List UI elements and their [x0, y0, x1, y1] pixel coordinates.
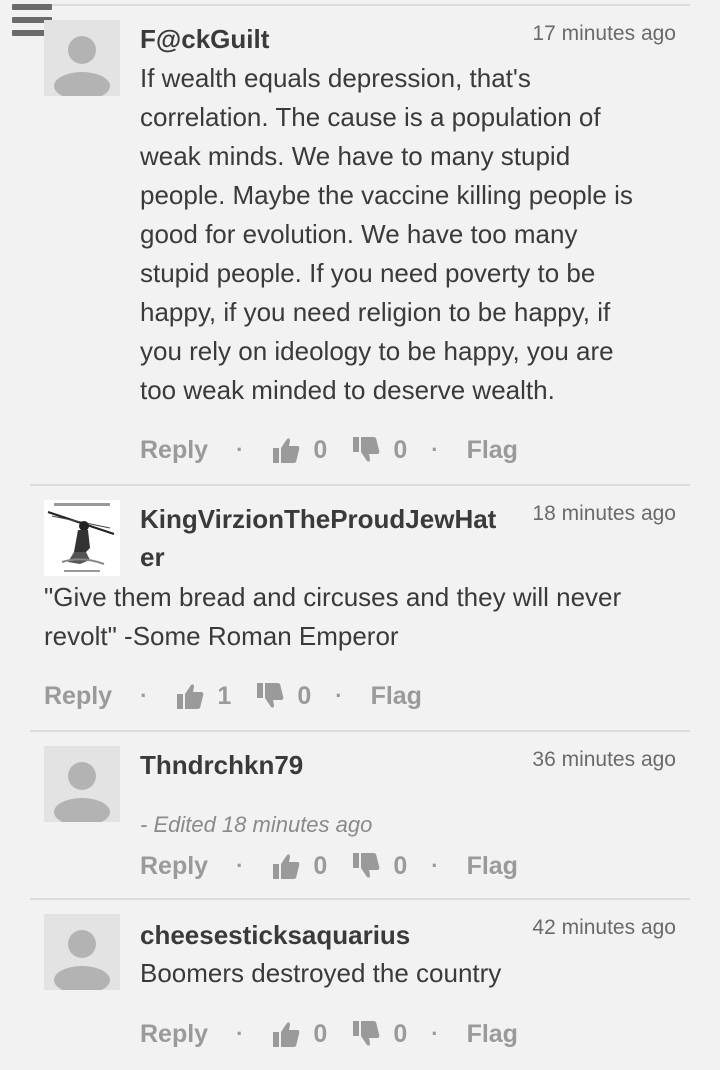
comment-body: "Give them bread and circuses and they w… [44, 582, 622, 651]
reply-button[interactable]: Reply [140, 1020, 208, 1049]
flag-button[interactable]: Flag [371, 682, 422, 711]
dislike-count: 0 [393, 1019, 408, 1048]
flag-button[interactable]: Flag [467, 1020, 518, 1049]
comment-body: If wealth equals depression, that's corr… [140, 63, 633, 405]
flag-button[interactable]: Flag [467, 852, 518, 881]
reply-button[interactable]: Reply [140, 852, 208, 881]
like-button[interactable]: 0 [271, 1019, 327, 1049]
separator-dot: · [236, 853, 244, 878]
thumbs-down-icon [353, 1021, 380, 1046]
dislike-count: 0 [393, 851, 408, 880]
thumbs-down-icon [353, 853, 380, 878]
dislike-button[interactable]: 0 [255, 681, 311, 711]
comment-timestamp: 36 minutes ago [532, 748, 676, 771]
comment-item: F@ckGuilt 17 minutes ago If wealth equal… [30, 0, 690, 484]
avatar[interactable] [44, 20, 120, 96]
thumbs-up-icon [273, 438, 300, 463]
comment-timestamp: 17 minutes ago [532, 22, 676, 45]
reply-button[interactable]: Reply [44, 682, 112, 711]
default-user-icon [54, 36, 110, 96]
dislike-button[interactable]: 0 [351, 435, 407, 465]
comment-timestamp: 42 minutes ago [532, 916, 676, 939]
separator-dot: · [236, 1021, 244, 1046]
comment-actions: Reply · 0 0 · Flag [140, 846, 518, 886]
thumbs-up-icon [273, 1022, 300, 1047]
comment-body: Boomers destroyed the country [140, 958, 502, 988]
avatar[interactable] [44, 914, 120, 990]
custom-drawing-avatar-icon [44, 500, 120, 576]
default-user-icon [54, 762, 110, 822]
separator-dot: · [335, 683, 343, 708]
comment-username[interactable]: cheesesticksaquarius [140, 916, 410, 954]
comment-item: KingVirzionTheProudJewHat er 18 minutes … [30, 484, 690, 730]
thumbs-down-icon [353, 437, 380, 462]
comment-item: cheesesticksaquarius 42 minutes ago Boom… [30, 898, 690, 1070]
separator-dot: · [431, 853, 439, 878]
dislike-button[interactable]: 0 [351, 1019, 407, 1049]
comment-username[interactable]: Thndrchkn79 [140, 746, 303, 784]
like-count: 1 [217, 681, 232, 710]
avatar[interactable] [44, 500, 120, 576]
comment-actions: Reply · 1 0 · Flag [44, 676, 422, 716]
avatar[interactable] [44, 746, 120, 822]
flag-button[interactable]: Flag [467, 436, 518, 465]
like-button[interactable]: 0 [271, 851, 327, 881]
edited-note: - Edited 18 minutes ago [140, 812, 373, 837]
dislike-count: 0 [393, 435, 408, 464]
comment-username[interactable]: KingVirzionTheProudJewHat er [140, 500, 496, 576]
reply-button[interactable]: Reply [140, 436, 208, 465]
separator-dot: · [431, 437, 439, 462]
thumbs-up-icon [177, 684, 204, 709]
comment-item: Thndrchkn79 36 minutes ago - Edited 18 m… [30, 730, 690, 898]
dislike-button[interactable]: 0 [351, 851, 407, 881]
like-count: 0 [313, 851, 328, 880]
default-user-icon [54, 930, 110, 990]
like-count: 0 [313, 1019, 328, 1048]
like-count: 0 [313, 435, 328, 464]
like-button[interactable]: 0 [271, 435, 327, 465]
separator-dot: · [236, 437, 244, 462]
separator-dot: · [140, 683, 148, 708]
comment-actions: Reply · 0 0 · Flag [140, 1014, 518, 1054]
comment-actions: Reply · 0 0 · Flag [140, 430, 518, 470]
dislike-count: 0 [297, 681, 312, 710]
thumbs-down-icon [257, 683, 284, 708]
thumbs-up-icon [273, 854, 300, 879]
comment-username[interactable]: F@ckGuilt [140, 20, 269, 58]
separator-dot: · [431, 1021, 439, 1046]
like-button[interactable]: 1 [175, 681, 231, 711]
comment-timestamp: 18 minutes ago [532, 502, 676, 525]
